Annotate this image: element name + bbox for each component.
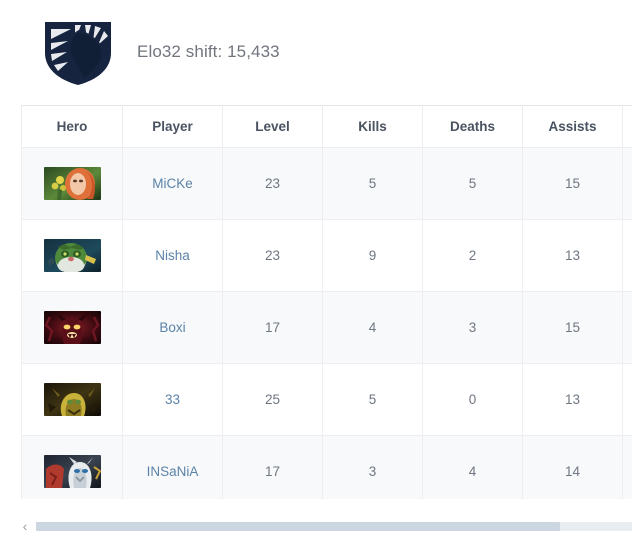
extra-cell [622,147,632,220]
scoreboard-table: Hero Player Level Kills Deaths Assists M… [21,105,632,499]
hero-portrait-dragon-knight[interactable] [43,455,101,488]
elo-shift-label: Elo32 shift: 15,433 [137,42,280,61]
player-cell[interactable]: 33 [122,363,223,436]
kills-cell: 4 [322,291,423,364]
kills-cell: 5 [322,147,423,220]
table-row[interactable]: 33 25 5 0 13 [21,363,632,436]
kills-cell: 5 [322,363,423,436]
hero-cell[interactable] [21,435,123,499]
assists-cell: 14 [522,435,623,499]
deaths-cell: 4 [422,435,523,499]
table-header: Hero Player Level Kills Deaths Assists [21,105,632,148]
hero-portrait-sand-king[interactable] [43,383,101,416]
extra-cell [622,363,632,436]
deaths-cell: 3 [422,291,523,364]
assists-cell: 13 [522,363,623,436]
player-name-link[interactable]: INSaNiA [147,464,199,479]
extra-cell [622,435,632,499]
player-name-link[interactable]: Boxi [159,320,185,335]
table-header-row: Hero Player Level Kills Deaths Assists [21,105,632,148]
assists-cell: 15 [522,291,623,364]
column-header-extra[interactable] [622,105,632,148]
deaths-cell: 0 [422,363,523,436]
hero-cell[interactable] [21,291,123,364]
table-row[interactable]: Nisha 23 9 2 13 [21,219,632,292]
hero-cell[interactable] [21,219,123,292]
column-header-assists[interactable]: Assists [522,105,623,148]
team-liquid-shield-logo [41,17,115,87]
hero-cell[interactable] [21,147,123,220]
scrollbar-track[interactable] [36,521,632,531]
hero-cell[interactable] [21,363,123,436]
extra-cell [622,291,632,364]
column-header-level[interactable]: Level [222,105,323,148]
assists-cell: 13 [522,219,623,292]
extra-cell [622,219,632,292]
hero-portrait-natures-prophet[interactable] [43,239,101,272]
player-cell[interactable]: Nisha [122,219,223,292]
level-cell: 25 [222,363,323,436]
kills-cell: 9 [322,219,423,292]
level-cell: 17 [222,291,323,364]
table-row[interactable]: Boxi 17 4 3 15 [21,291,632,364]
team-header: Elo32 shift: 15,433 [21,0,621,104]
scrollbar-thumb[interactable] [36,521,561,531]
player-cell[interactable]: INSaNiA [122,435,223,499]
player-name-link[interactable]: Nisha [155,248,190,263]
player-name-link[interactable]: 33 [165,392,180,407]
horizontal-scrollbar[interactable]: ‹ [18,518,632,534]
table-row[interactable]: MiCKe 23 5 5 15 [21,147,632,220]
column-header-kills[interactable]: Kills [322,105,423,148]
column-header-hero[interactable]: Hero [21,105,123,148]
deaths-cell: 2 [422,219,523,292]
assists-cell: 15 [522,147,623,220]
level-cell: 17 [222,435,323,499]
column-header-deaths[interactable]: Deaths [422,105,523,148]
deaths-cell: 5 [422,147,523,220]
kills-cell: 3 [322,435,423,499]
table-row[interactable]: INSaNiA 17 3 4 14 [21,435,632,499]
level-cell: 23 [222,219,323,292]
player-cell[interactable]: MiCKe [122,147,223,220]
chevron-left-icon[interactable]: ‹ [18,518,32,534]
level-cell: 23 [222,147,323,220]
column-header-player[interactable]: Player [122,105,223,148]
match-scoreboard-panel: Elo32 shift: 15,433 Hero Player Level Ki… [0,0,632,543]
player-cell[interactable]: Boxi [122,291,223,364]
hero-portrait-shadow-fiend[interactable] [43,311,101,344]
table-body: MiCKe 23 5 5 15 Nisha 23 9 2 13 Boxi 17 … [21,147,632,499]
player-name-link[interactable]: MiCKe [152,176,193,191]
hero-portrait-windranger[interactable] [43,167,101,200]
scoreboard-table-viewport: Hero Player Level Kills Deaths Assists M… [21,105,632,499]
